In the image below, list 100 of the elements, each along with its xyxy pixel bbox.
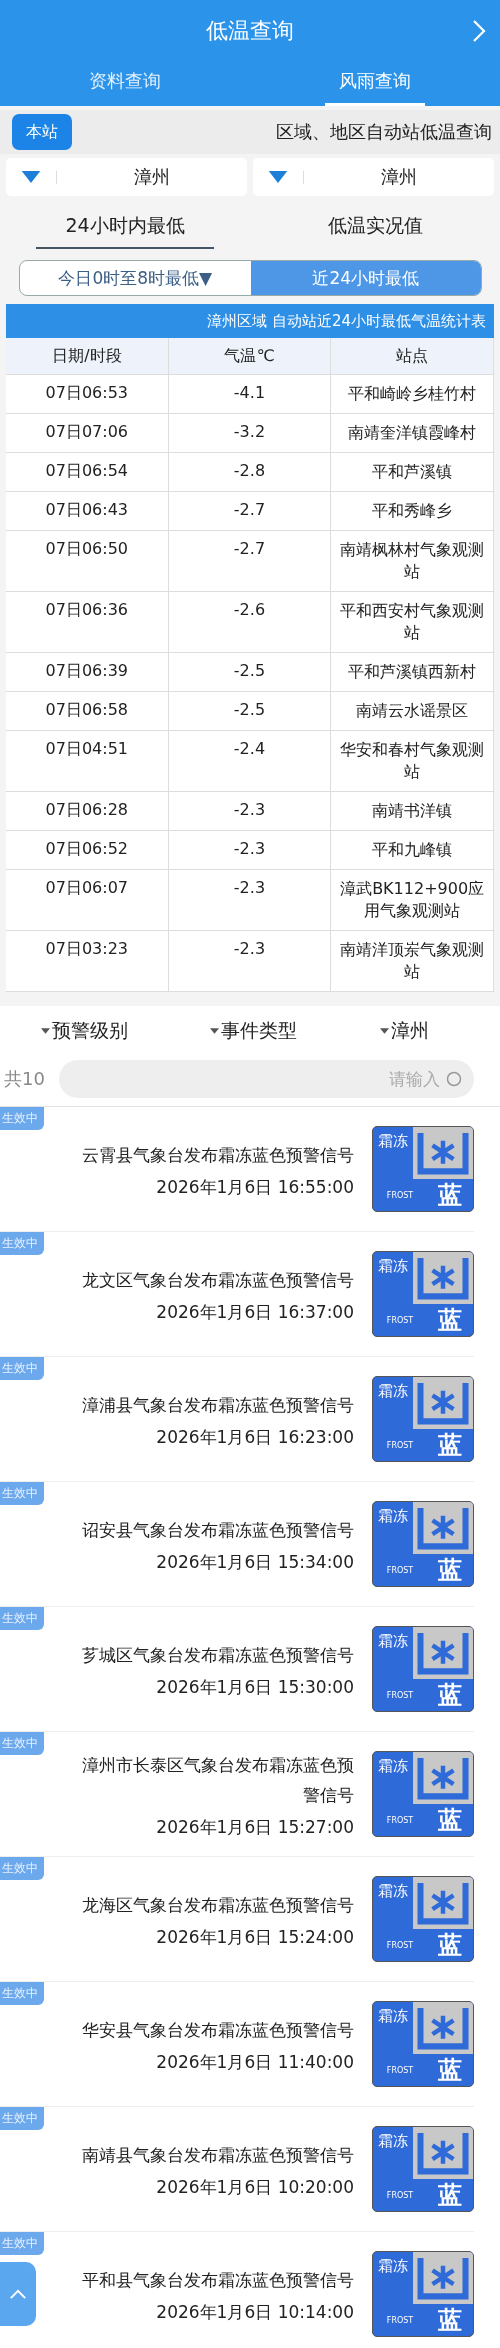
table-cell: 南靖书洋镇 <box>331 792 494 830</box>
dropdown-triangle-icon <box>21 170 41 184</box>
snowflake-icon <box>413 2252 473 2304</box>
alert-time: 2026年1月6日 16:23:00 <box>156 1425 354 1449</box>
sign-level: 蓝 <box>437 1180 463 1211</box>
dropdown-triangle-icon <box>268 170 288 184</box>
search-field[interactable]: 请输入 <box>58 1060 474 1098</box>
table-cell: -2.3 <box>168 831 332 869</box>
sub-tab[interactable]: 24小时内最低 <box>36 205 214 249</box>
scroll-top-button[interactable] <box>0 2262 36 2326</box>
status-badge: 生效中 <box>0 1607 44 1630</box>
sign-level: 蓝 <box>437 2055 463 2086</box>
alert-item[interactable]: 龙文区气象台发布霜冻蓝色预警信号 2026年1月6日 16:37:00 霜冻 FROST 蓝 <box>50 1251 474 1337</box>
region-select[interactable]: 漳州 <box>6 158 247 196</box>
sign-title: 霜冻 <box>377 2131 409 2152</box>
filter-dropdown[interactable]: 漳州 <box>379 1018 429 1044</box>
alert-time: 2026年1月6日 10:14:00 <box>156 2300 354 2324</box>
status-badge: 生效中 <box>0 1232 44 1255</box>
table-cell: 漳武BK112+900应用气象观测站 <box>331 870 494 930</box>
chevron-up-icon <box>9 2288 27 2300</box>
sub-tab[interactable]: 低温实况值 <box>286 205 464 249</box>
sign-level: 蓝 <box>437 2305 463 2336</box>
alert-item[interactable]: 龙海区气象台发布霜冻蓝色预警信号 2026年1月6日 15:24:00 霜冻 FROST 蓝 <box>50 1876 474 1962</box>
table-cell: 07日07:06 <box>6 414 169 452</box>
snowflake-icon <box>413 1627 473 1679</box>
column-header: 站点 <box>331 338 494 374</box>
status-badge: 生效中 <box>0 1857 44 1880</box>
table-cell: -2.4 <box>168 731 332 791</box>
table-cell: 07日04:51 <box>6 731 169 791</box>
table-cell: -3.2 <box>168 414 332 452</box>
alert-time: 2026年1月6日 15:34:00 <box>156 1550 354 1574</box>
filter-dropdown[interactable]: 预警级别 <box>41 1018 129 1044</box>
table-cell: -2.3 <box>168 931 332 991</box>
alert-title: 漳浦县气象台发布霜冻蓝色预警信号 <box>82 1393 354 1417</box>
status-badge: 生效中 <box>0 2107 44 2130</box>
table-cell: 07日06:50 <box>6 531 169 591</box>
alert-item[interactable]: 芗城区气象台发布霜冻蓝色预警信号 2026年1月6日 15:30:00 霜冻 FROST 蓝 <box>50 1626 474 1712</box>
table-cell: -2.6 <box>168 592 332 652</box>
filter-dropdown[interactable]: 事件类型 <box>210 1018 298 1044</box>
snowflake-icon <box>413 1877 473 1929</box>
table-cell: 07日06:52 <box>6 831 169 869</box>
table-cell: 07日06:28 <box>6 792 169 830</box>
page-title: 低温查询 <box>206 17 294 45</box>
region-select[interactable]: 漳州 <box>253 158 494 196</box>
table-cell: -4.1 <box>168 375 332 413</box>
status-badge: 生效中 <box>0 2232 44 2255</box>
alert-item[interactable]: 漳州市长泰区气象台发布霜冻蓝色预警信号 2026年1月6日 15:27:00 霜冻 FROST 蓝 <box>50 1749 474 1839</box>
caret-icon <box>41 1028 51 1034</box>
sign-english: FROST <box>385 1940 415 1950</box>
sign-level: 蓝 <box>437 2180 463 2211</box>
alert-item[interactable]: 云霄县气象台发布霜冻蓝色预警信号 2026年1月6日 16:55:00 霜冻 FROST 蓝 <box>50 1126 474 1212</box>
table-cell: -2.5 <box>168 653 332 691</box>
table-cell: 平和芦溪镇西新村 <box>331 653 494 691</box>
sign-english: FROST <box>385 1815 415 1825</box>
table-cell: 平和秀峰乡 <box>331 492 494 530</box>
table-cell: -2.7 <box>168 531 332 591</box>
alert-item[interactable]: 漳浦县气象台发布霜冻蓝色预警信号 2026年1月6日 16:23:00 霜冻 FROST 蓝 <box>50 1376 474 1462</box>
table-cell: 南靖云水谣景区 <box>331 692 494 730</box>
sign-level: 蓝 <box>437 1555 463 1586</box>
table-cell: 07日06:53 <box>6 375 169 413</box>
table-cell: 平和崎岭乡桂竹村 <box>331 375 494 413</box>
station-button[interactable]: 本站 <box>12 114 72 150</box>
sign-title: 霜冻 <box>377 1131 409 1152</box>
alert-item[interactable]: 南靖县气象台发布霜冻蓝色预警信号 2026年1月6日 10:20:00 霜冻 FROST 蓝 <box>50 2126 474 2212</box>
snowflake-icon <box>413 1127 473 1179</box>
alert-title: 南靖县气象台发布霜冻蓝色预警信号 <box>82 2143 354 2167</box>
alert-item[interactable]: 华安县气象台发布霜冻蓝色预警信号 2026年1月6日 11:40:00 霜冻 FROST 蓝 <box>50 2001 474 2087</box>
table-cell: 平和西安村气象观测站 <box>331 592 494 652</box>
sign-english: FROST <box>385 1565 415 1575</box>
status-badge: 生效中 <box>0 1357 44 1380</box>
table-cell: 07日06:36 <box>6 592 169 652</box>
result-count: 共10 <box>4 1067 45 1091</box>
table-cell: 07日06:54 <box>6 453 169 491</box>
notice-text: 区域、地区自动站低温查询 <box>276 120 492 144</box>
table-cell: -2.3 <box>168 792 332 830</box>
sign-title: 霜冻 <box>377 2006 409 2027</box>
segment-option[interactable]: 今日0时至8时最低▼ <box>20 261 251 295</box>
alert-item[interactable]: 诏安县气象台发布霜冻蓝色预警信号 2026年1月6日 15:34:00 霜冻 FROST 蓝 <box>50 1501 474 1587</box>
chevron-icon[interactable] <box>472 19 486 43</box>
snowflake-icon <box>413 2127 473 2179</box>
table-cell: 南靖枫林村气象观测站 <box>331 531 494 591</box>
table-cell: 07日03:23 <box>6 931 169 991</box>
alert-title: 华安县气象台发布霜冻蓝色预警信号 <box>82 2018 354 2042</box>
sign-title: 霜冻 <box>377 1256 409 1277</box>
alert-item[interactable]: 平和县气象台发布霜冻蓝色预警信号 2026年1月6日 10:14:00 霜冻 FROST 蓝 <box>50 2251 474 2337</box>
sign-title: 霜冻 <box>377 1381 409 1402</box>
status-badge: 生效中 <box>0 1982 44 2005</box>
sign-level: 蓝 <box>437 1930 463 1961</box>
sign-english: FROST <box>385 2315 415 2325</box>
table-cell: 07日06:07 <box>6 870 169 930</box>
caret-icon <box>379 1028 389 1034</box>
sign-english: FROST <box>385 2065 415 2075</box>
alert-time: 2026年1月6日 16:37:00 <box>156 1300 354 1324</box>
sign-english: FROST <box>385 1190 415 1200</box>
table-cell: 华安和春村气象观测站 <box>331 731 494 791</box>
sign-title: 霜冻 <box>377 1756 409 1777</box>
table-cell: 南靖洋顶岽气象观测站 <box>331 931 494 991</box>
alert-title: 漳州市长泰区气象台发布霜冻蓝色预警信号 <box>81 1753 354 1807</box>
sign-level: 蓝 <box>437 1305 463 1336</box>
sign-title: 霜冻 <box>377 1506 409 1527</box>
